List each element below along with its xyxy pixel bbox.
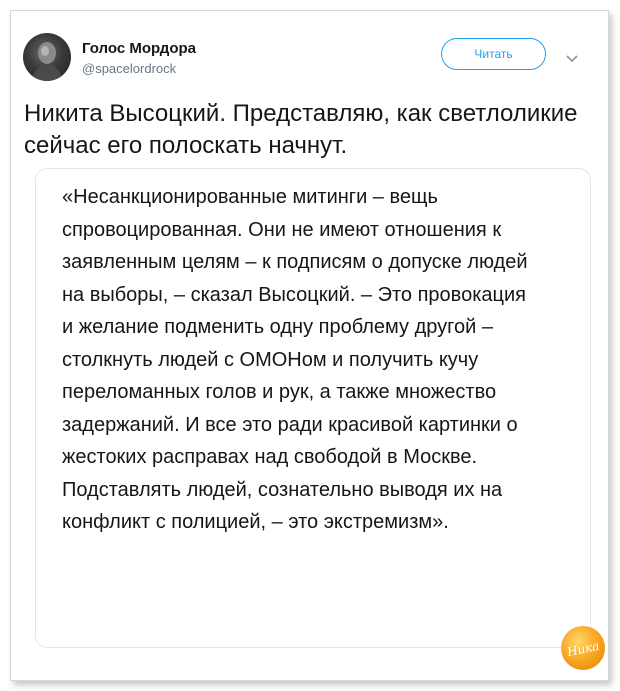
chevron-down-icon[interactable] (566, 50, 578, 63)
watermark-logo: Ника (561, 626, 605, 670)
follow-button[interactable]: Читать (441, 38, 546, 70)
author-handle[interactable]: @spacelordrock (82, 61, 176, 76)
quote-text: «Несанкционированные митинги – вещь спро… (62, 186, 528, 533)
avatar[interactable] (23, 33, 71, 81)
tweet-text: Никита Высоцкий. Представляю, как светло… (24, 100, 578, 159)
author-name[interactable]: Голос Мордора (82, 40, 196, 57)
svg-text:Ника: Ника (565, 639, 601, 660)
